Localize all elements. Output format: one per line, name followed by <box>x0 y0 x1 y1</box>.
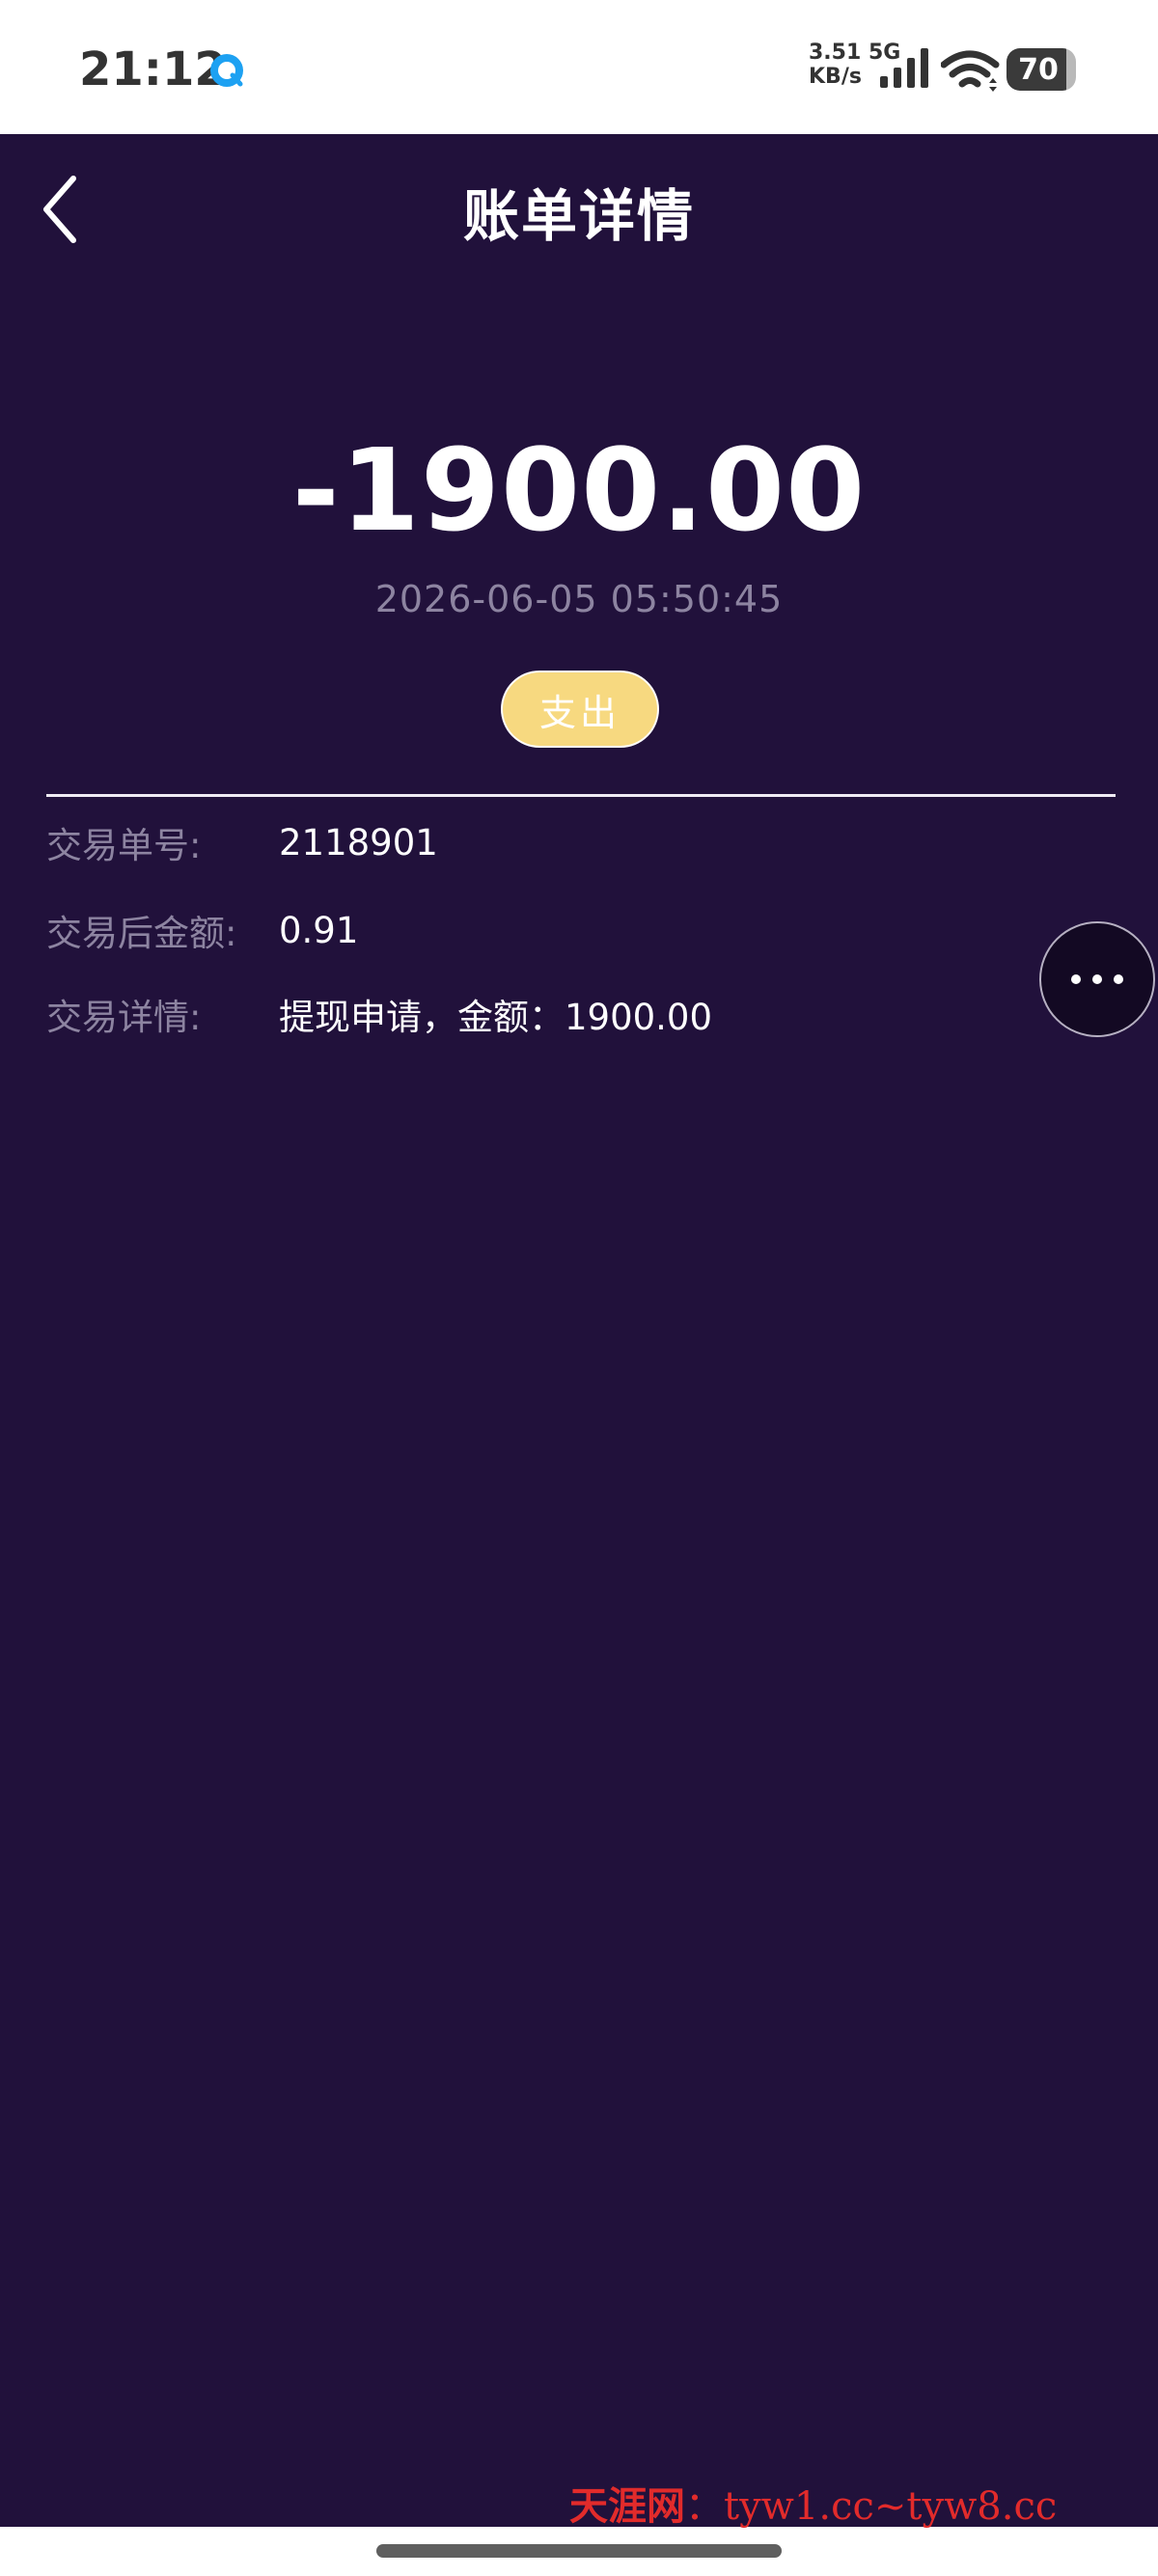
detail-row-transaction-details: 交易详情: 提现申请，金额：1900.00 <box>46 987 712 1041</box>
more-horizontal-icon <box>1114 974 1123 984</box>
home-indicator[interactable] <box>376 2544 782 2558</box>
detail-label: 交易后金额: <box>46 913 237 954</box>
section-divider <box>46 794 1116 797</box>
detail-label: 交易详情: <box>46 997 202 1038</box>
status-time: 21:12 <box>79 42 227 96</box>
status-bar: 21:12 3.51 5G KB/s 70 <box>0 0 1158 134</box>
watermark-brand: 天涯网 <box>569 2483 685 2529</box>
battery-level: 70 <box>1018 52 1059 87</box>
transaction-datetime: 2026-06-05 05:50:45 <box>374 578 784 620</box>
more-options-button[interactable] <box>1039 921 1155 1037</box>
page-title: 账单详情 <box>462 183 695 249</box>
more-horizontal-icon <box>1071 974 1081 984</box>
transaction-type-badge: 支出 <box>503 672 657 746</box>
wifi-icon <box>941 50 1000 92</box>
gesture-bar <box>0 2527 1158 2576</box>
detail-value: 2118901 <box>279 821 438 863</box>
network-speed-value: 3.51 <box>809 41 862 65</box>
battery-indicator: 70 <box>1006 48 1076 91</box>
watermark-text: tyw1.cc~tyw8.cc <box>724 2484 1058 2529</box>
watermark-separator: ： <box>685 2484 724 2529</box>
network-speed-unit: KB/s <box>809 65 862 89</box>
detail-label: 交易单号: <box>46 825 202 866</box>
transaction-amount: -1900.00 <box>291 424 867 557</box>
bill-detail-page: 账单详情 -1900.00 2026-06-05 05:50:45 支出 交易单… <box>0 134 1158 2527</box>
watermark: 天涯网：tyw1.cc~tyw8.cc <box>569 2483 1058 2530</box>
detail-value: 0.91 <box>279 909 359 951</box>
more-horizontal-icon <box>1092 974 1102 984</box>
signal-bars-icon <box>880 48 928 88</box>
detail-value: 提现申请，金额：1900.00 <box>279 997 713 1038</box>
detail-row-order-number: 交易单号: 2118901 <box>46 815 438 869</box>
transaction-type-label: 支出 <box>538 691 620 734</box>
detail-row-balance-after: 交易后金额: 0.91 <box>46 903 358 957</box>
browser-icon <box>210 54 243 87</box>
